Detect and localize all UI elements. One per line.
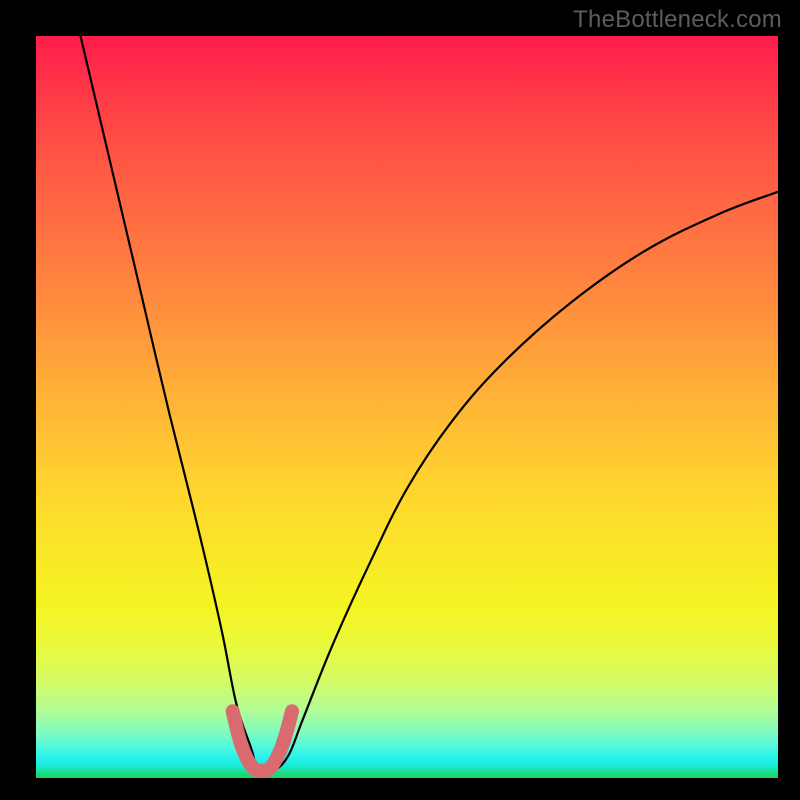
plot-area: [36, 36, 778, 778]
watermark-text: TheBottleneck.com: [573, 6, 782, 34]
curve-layer: [36, 36, 778, 778]
bottleneck-curve: [81, 36, 778, 773]
chart-frame: TheBottleneck.com: [0, 0, 800, 800]
